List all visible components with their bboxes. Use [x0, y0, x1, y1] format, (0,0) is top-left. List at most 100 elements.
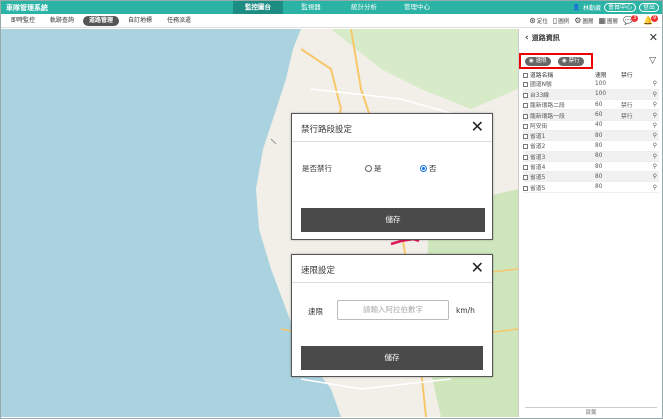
map-icon: ▦ [598, 16, 607, 25]
col-ban-header: 禁行 [621, 73, 633, 79]
divider [292, 141, 492, 142]
map-pin-icon[interactable]: ⚲ [647, 109, 659, 121]
ban-option-yes-label: 是 [374, 164, 382, 173]
map-pin-icon[interactable]: ⚲ [647, 151, 659, 162]
tab-track-query[interactable]: 軌跡查詢 [44, 16, 80, 26]
row-checkbox[interactable] [523, 103, 528, 109]
table-row[interactable]: 阿安街 40 ⚲ [523, 120, 659, 131]
radio-no[interactable] [420, 165, 427, 172]
map-pin-icon[interactable]: ⚲ [647, 130, 659, 142]
nav-management[interactable]: 管理中心 [392, 1, 442, 14]
road-name: 龍新環路一段 [530, 113, 565, 120]
row-checkbox[interactable] [523, 92, 528, 98]
road-speed: 80 [595, 171, 621, 183]
row-checkbox[interactable] [523, 123, 528, 129]
tab-realtime-monitor[interactable]: 即時監控 [5, 16, 41, 26]
tool-legend[interactable]: ▯ 圖例 [553, 16, 569, 26]
nav-monitor-map[interactable]: 監控圖台 [233, 1, 283, 14]
row-checkbox[interactable] [523, 154, 528, 160]
ban-dialog-title: 禁行路段設定 [301, 125, 353, 135]
speed-save-button[interactable]: 儲存 [301, 346, 483, 370]
road-name: 省道5 [530, 175, 546, 182]
map-pin-icon[interactable]: ⚲ [647, 140, 659, 152]
row-checkbox[interactable] [523, 185, 528, 191]
map-pin-icon[interactable]: ⚲ [647, 120, 659, 131]
road-info-panel: ‹ 道路資訊 ✕ ◉ 速限 ◉ 禁行 ▽ 道路名稱 速限 禁行 國道N號 100 ⚲… [518, 29, 662, 417]
table-row[interactable]: 省道5 80 ⚲ [523, 171, 659, 183]
road-name-cell: 省道2 [523, 140, 595, 152]
map-pin-icon[interactable]: ⚲ [647, 89, 659, 101]
road-ban [621, 130, 647, 142]
tab-road-management[interactable]: 道路管理 [83, 16, 120, 26]
row-checkbox[interactable] [523, 144, 528, 150]
notification-alerts[interactable]: 🔔 9 [643, 15, 658, 26]
radio-yes[interactable] [365, 165, 372, 172]
road-ban [621, 79, 647, 90]
table-row[interactable]: 省道3 80 ⚲ [523, 151, 659, 162]
chevron-left-icon[interactable]: ‹ [525, 33, 529, 43]
logout-button[interactable]: 登出 [638, 3, 659, 12]
map-pin-icon[interactable]: ⚲ [647, 171, 659, 183]
road-name-cell: 國道N號 [523, 79, 595, 90]
tool-layers[interactable]: ▦ 圖層 [598, 16, 618, 26]
ban-option-yes[interactable]: 是 [365, 163, 382, 174]
select-all-checkbox[interactable] [523, 73, 528, 78]
map-canvas[interactable]: 禁行路段設定 ✕ 是否禁行 是 否 儲存 速限設定 ✕ 速限 請輸入阿拉伯數字 … [1, 29, 518, 417]
road-name: 國道N號 [530, 82, 552, 89]
panel-close-icon[interactable]: ✕ [649, 31, 658, 44]
table-header: 道路名稱 速限 禁行 [523, 70, 659, 79]
table-row[interactable]: 省道5 80 ⚲ [523, 181, 659, 193]
tab-task-dispatch[interactable]: 任務派遣 [161, 16, 197, 26]
col-speed-header: 速限 [595, 73, 607, 79]
road-name-cell: 龍新環路一段 [523, 109, 595, 121]
member-center-button[interactable]: 會員中心 [603, 3, 636, 12]
road-name-cell: 龍新環路二段 [523, 99, 595, 111]
road-name-cell: 省道1 [523, 130, 595, 142]
tool-locate[interactable]: ⊛ 定位 [529, 16, 548, 26]
row-checkbox[interactable] [523, 134, 528, 140]
nav-statistics[interactable]: 統計分析 [339, 1, 389, 14]
map-pin-icon[interactable]: ⚲ [647, 79, 659, 90]
ban-save-button[interactable]: 儲存 [301, 208, 485, 232]
tab-custom-landmark[interactable]: 自訂地標 [122, 16, 158, 26]
speed-dialog-title: 速限設定 [301, 266, 336, 276]
table-row[interactable]: 省道1 80 ⚲ [523, 130, 659, 142]
speed-dialog-close-icon[interactable]: ✕ [471, 258, 484, 277]
road-ban [621, 89, 647, 101]
speed-filter-chip[interactable]: ◉ 速限 [525, 57, 551, 66]
panel-title: 道路資訊 [531, 34, 560, 42]
speed-chip-label: 速限 [535, 58, 547, 64]
tool-settings[interactable]: ⚙ 圖層 [574, 16, 593, 26]
road-speed: 80 [595, 151, 621, 162]
top-bar: 車隊管理系統 監控圖台 監視器 統計分析 管理中心 👤 林勤崴 會員中心 登出 [1, 1, 662, 14]
row-checkbox[interactable] [523, 82, 528, 88]
row-checkbox[interactable] [523, 175, 528, 181]
filter-icon[interactable]: ▽ [649, 56, 656, 66]
map-pin-icon[interactable]: ⚲ [647, 161, 659, 173]
table-row[interactable]: 龍新環路二段 60 禁行 ⚲ [523, 99, 659, 111]
road-speed: 60 [595, 109, 621, 121]
table-row[interactable]: 國道N號 100 ⚲ [523, 79, 659, 90]
nav-cameras[interactable]: 監視器 [286, 1, 336, 14]
table-row[interactable]: 省道2 80 ⚲ [523, 140, 659, 152]
panel-footer[interactable]: 頁籤 [525, 407, 657, 416]
map-pin-icon[interactable]: ⚲ [647, 99, 659, 111]
map-pin-icon[interactable]: ⚲ [647, 181, 659, 193]
road-name-cell: 省道4 [523, 161, 595, 173]
ban-filter-chip[interactable]: ◉ 禁行 [558, 57, 584, 66]
road-name: 省道5 [530, 185, 546, 192]
ban-option-no[interactable]: 否 [420, 163, 437, 174]
row-checkbox[interactable] [523, 165, 528, 171]
table-row[interactable]: 台33線 100 ⚲ [523, 89, 659, 101]
table-row[interactable]: 省道4 80 ⚲ [523, 161, 659, 173]
notification-messages[interactable]: 💬 3 [623, 15, 639, 26]
ban-dialog-close-icon[interactable]: ✕ [471, 117, 484, 136]
road-ban: 禁行 [621, 99, 647, 111]
row-checkbox[interactable] [523, 113, 528, 119]
road-ban [621, 151, 647, 162]
table-row[interactable]: 龍新環路一段 60 禁行 ⚲ [523, 109, 659, 121]
tool-legend-label: 圖例 [558, 19, 570, 25]
road-name: 省道3 [530, 154, 546, 161]
ban-road-dialog: 禁行路段設定 ✕ 是否禁行 是 否 儲存 [291, 113, 493, 240]
speed-input[interactable]: 請輸入阿拉伯數字 [337, 300, 449, 320]
